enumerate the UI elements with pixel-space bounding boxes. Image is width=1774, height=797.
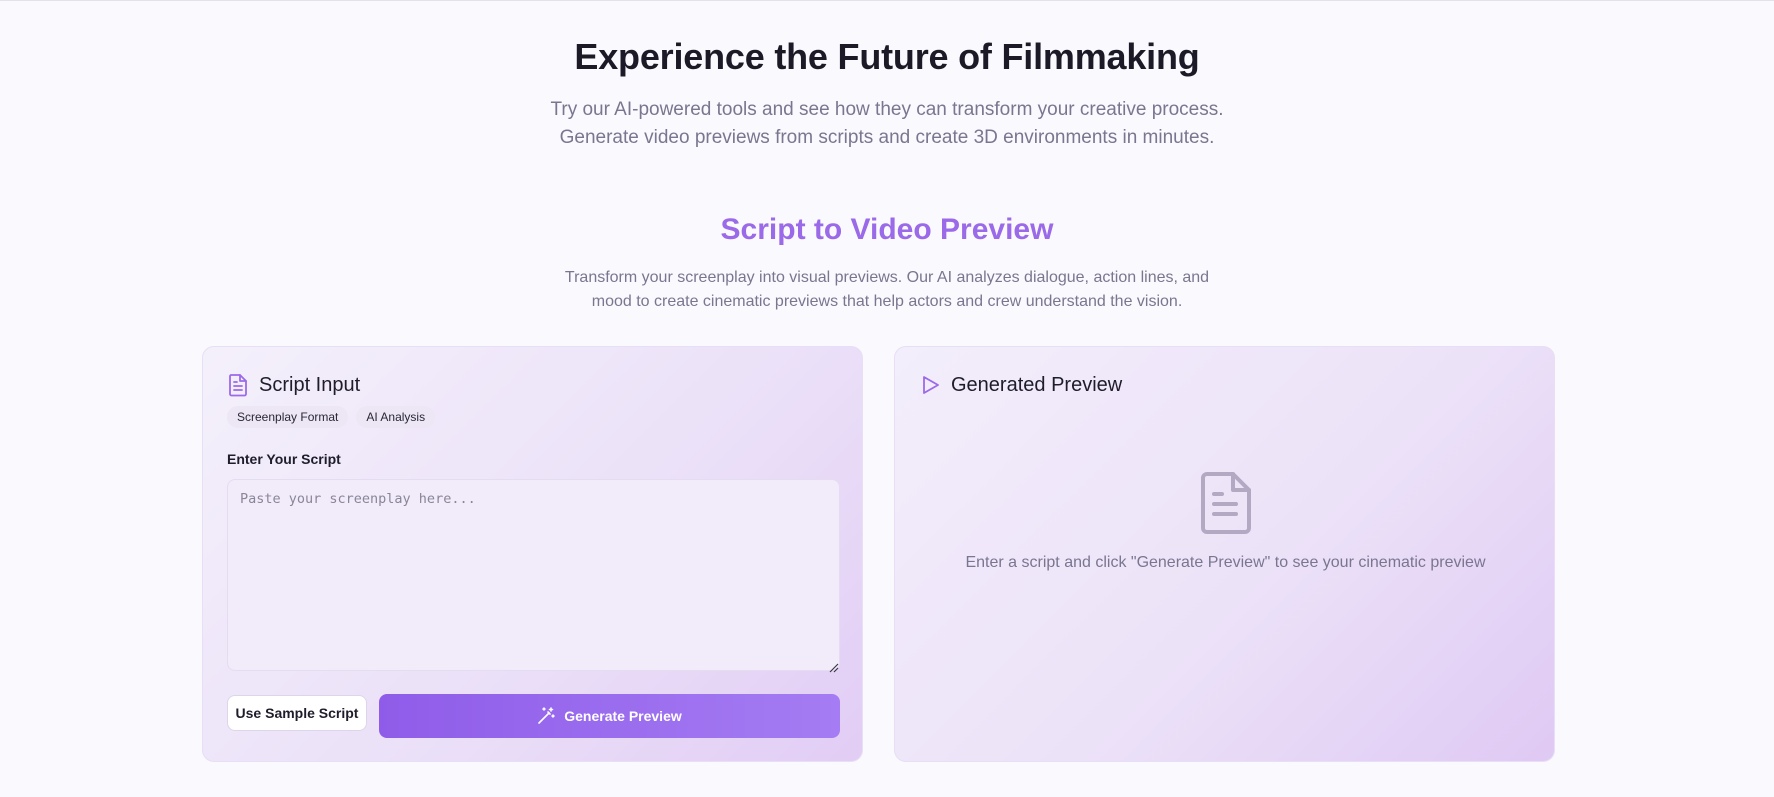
textarea-resize-handle[interactable] — [829, 660, 839, 673]
tag-list: Screenplay Format AI Analysis — [227, 406, 443, 428]
empty-state-document-icon — [1199, 471, 1253, 535]
hero-subtitle-line-2: Generate video previews from scripts and… — [559, 127, 1215, 148]
generated-preview-card: Generated Preview Enter a script and cli… — [894, 346, 1555, 762]
magic-wand-icon — [537, 707, 556, 725]
hero-subtitle-line-1: Try our AI-powered tools and see how the… — [550, 99, 1224, 120]
hero-subtitle: Try our AI-powered tools and see how the… — [0, 96, 1774, 152]
generate-preview-label: Generate Preview — [564, 708, 682, 724]
script-input-card: Script Input Screenplay Format AI Analys… — [202, 346, 863, 762]
document-icon — [227, 373, 251, 397]
hero: Experience the Future of Filmmaking Try … — [0, 36, 1774, 152]
generated-preview-title: Generated Preview — [951, 373, 1123, 396]
section-description-line-2: mood to create cinematic previews that h… — [591, 293, 1183, 310]
use-sample-script-button[interactable]: Use Sample Script — [227, 695, 367, 731]
generated-preview-header: Generated Preview — [919, 373, 1122, 397]
tag-ai-analysis: AI Analysis — [356, 406, 436, 428]
section-description-line-1: Transform your screenplay into visual pr… — [564, 269, 1210, 286]
top-divider — [0, 0, 1774, 1]
section-title: Script to Video Preview — [720, 213, 1054, 246]
play-icon — [919, 373, 943, 397]
script-input-header: Script Input — [227, 373, 360, 397]
script-field-label: Enter Your Script — [227, 451, 341, 467]
tag-screenplay-format: Screenplay Format — [227, 406, 349, 428]
generate-preview-button[interactable]: Generate Preview — [379, 694, 840, 738]
hero-title: Experience the Future of Filmmaking — [574, 36, 1200, 77]
script-input-title: Script Input — [259, 373, 361, 396]
section-description: Transform your screenplay into visual pr… — [0, 266, 1774, 314]
script-textarea[interactable] — [227, 479, 840, 671]
empty-state-message: Enter a script and click "Generate Previ… — [965, 554, 1486, 571]
